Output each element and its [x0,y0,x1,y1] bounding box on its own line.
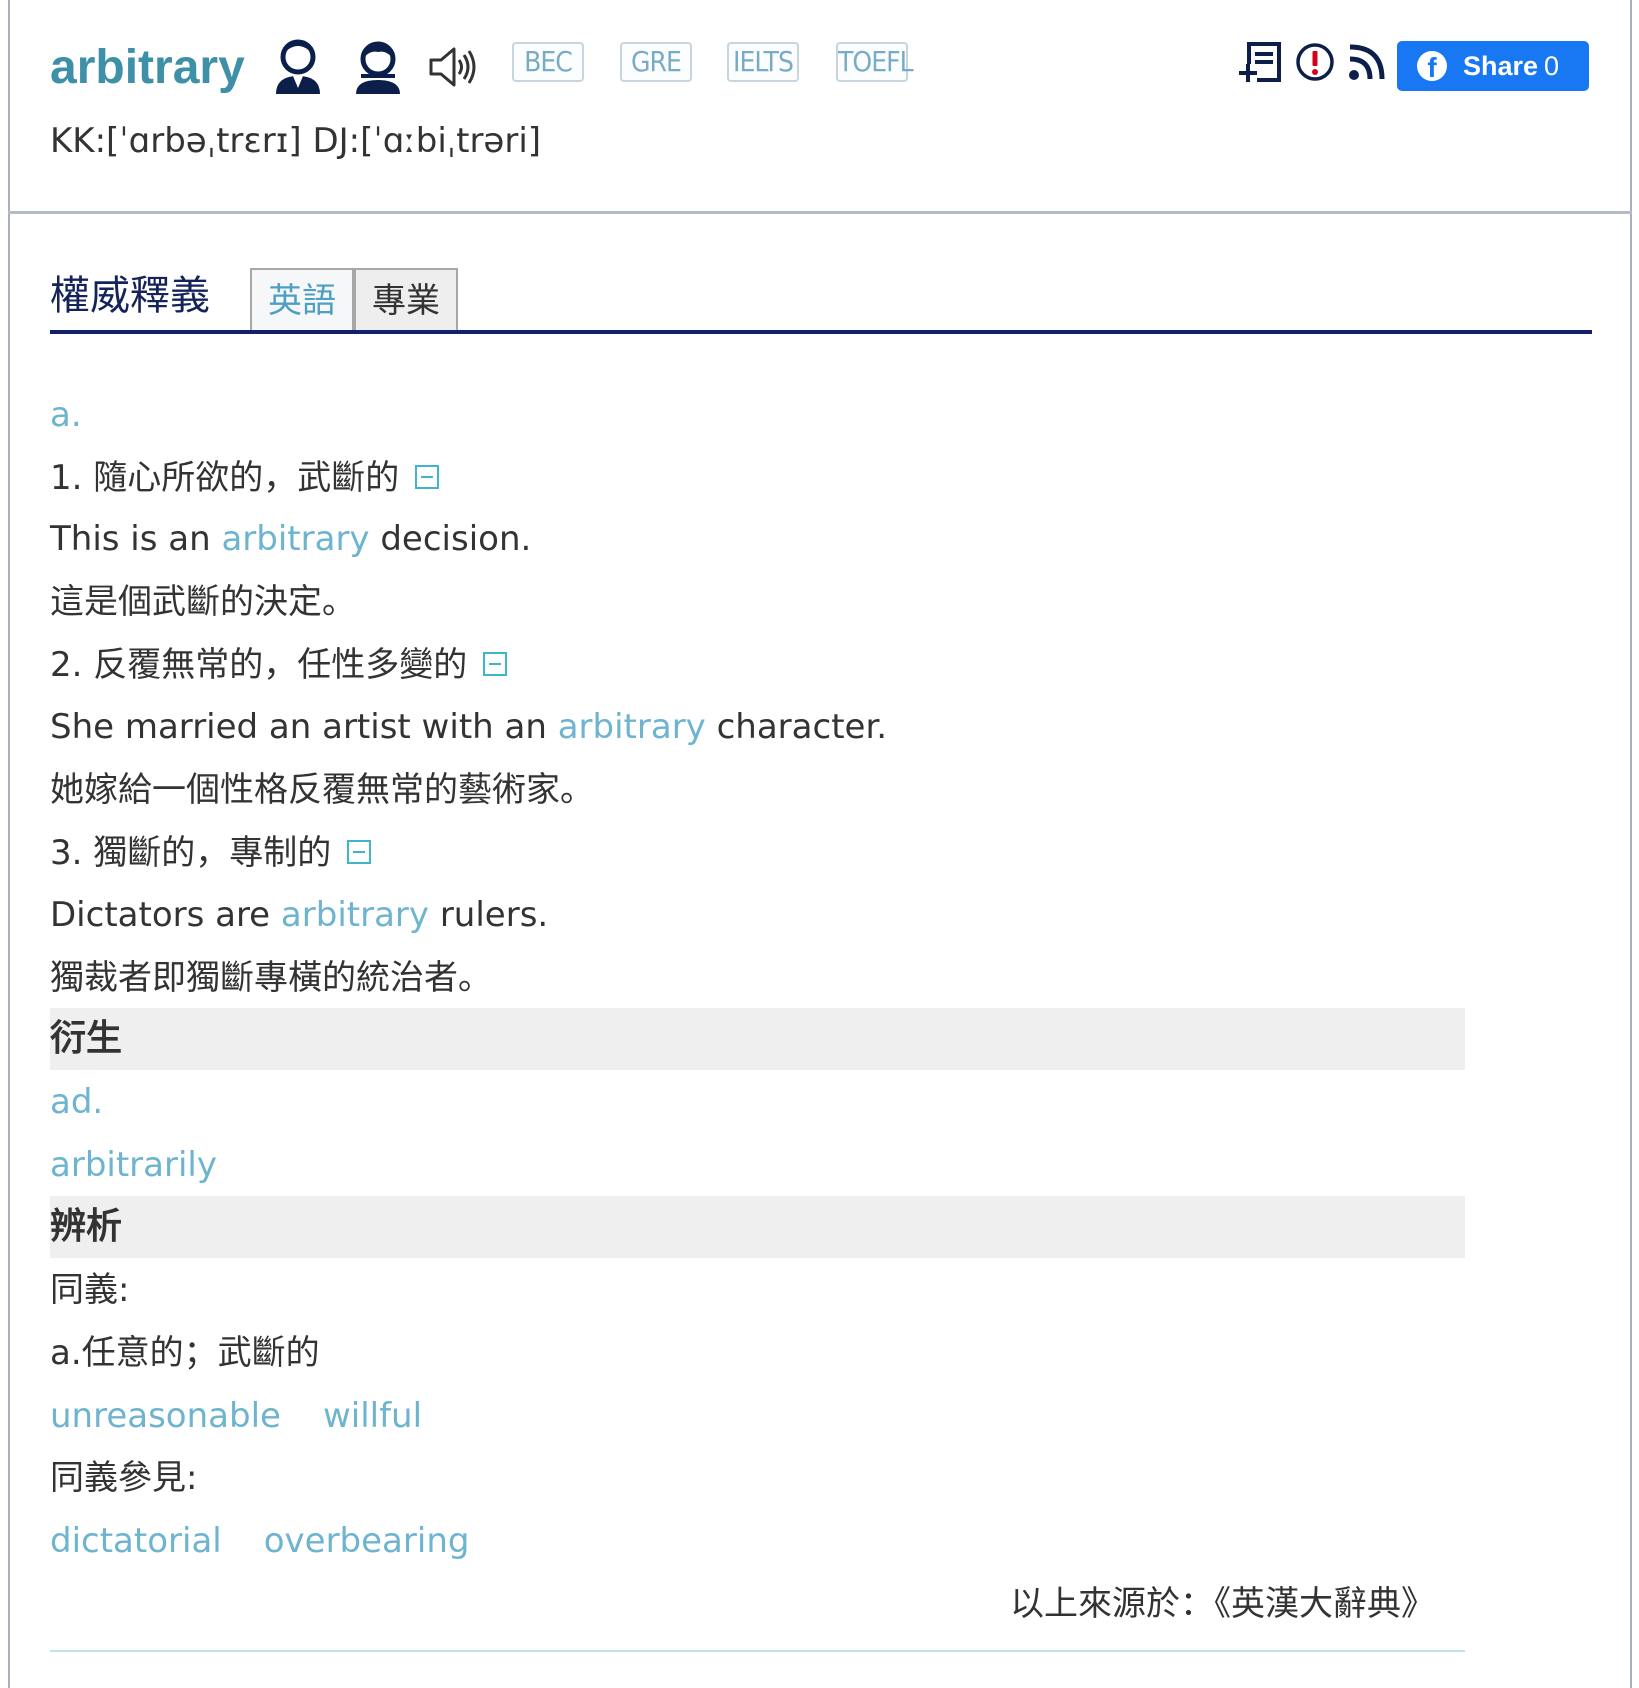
example-sentence: This is an arbitrary decision. [50,515,531,563]
analysis-heading: 辨析 [50,1196,1465,1258]
exam-tag-bec[interactable]: BEC [512,42,584,82]
sense-1: 1. 隨心所欲的，武斷的 [50,454,440,502]
example-translation: 這是個武斷的決定。 [50,582,356,622]
tab-english[interactable]: 英語 [250,268,354,330]
example-keyword-link[interactable]: arbitrary [221,519,369,559]
see-also-link[interactable]: dictatorial [50,1521,222,1561]
headword: arbitrary [50,41,245,94]
source-attribution: 以上來源於：《英漢大辭典》 [1010,1584,1435,1624]
facebook-icon: f [1417,51,1447,83]
synonyms-sense: a.任意的；武斷的 [50,1333,320,1373]
example-text: rulers. [429,895,549,935]
sense-label: 1. 隨心所欲的，武斷的 [50,458,400,498]
example-text: decision. [369,519,532,559]
example-translation: 獨裁者即獨斷專橫的統治者。 [50,958,492,998]
exam-tag-ielts[interactable]: IELTS [727,42,799,82]
synonym-list: unreasonable willful [50,1392,422,1440]
add-to-wordbook-icon[interactable] [1237,42,1283,84]
synonym-link[interactable]: willful [323,1396,422,1436]
header-divider [8,211,1632,214]
derivatives-heading: 衍生 [50,1008,1465,1070]
rss-feed-icon[interactable] [1347,42,1387,82]
see-also-label: 同義參見: [50,1458,198,1498]
sense-label: 2. 反覆無常的，任性多變的 [50,645,468,685]
derivative-pos[interactable]: ad. [50,1078,103,1126]
sense-label: 3. 獨斷的，專制的 [50,833,332,873]
sense-2: 2. 反覆無常的，任性多變的 [50,641,508,689]
synonym-link[interactable]: unreasonable [50,1396,281,1436]
example-text: This is an [50,519,222,559]
see-also-list: dictatorial overbearing [50,1517,469,1565]
collapse-icon[interactable] [483,651,508,676]
sense-3: 3. 獨斷的，專制的 [50,829,372,877]
share-count: 0 [1544,51,1560,81]
section-title: 權威釋義 [50,273,210,319]
example-text: Dictators are [50,895,281,935]
see-also-link[interactable]: overbearing [264,1521,470,1561]
example-keyword-link[interactable]: arbitrary [281,895,429,935]
collapse-icon[interactable] [415,464,440,489]
female-voice-icon[interactable] [353,38,403,94]
exam-tag-toefl[interactable]: TOEFL [836,42,914,82]
report-error-icon[interactable] [1295,42,1335,82]
example-translation: 她嫁給一個性格反覆無常的藝術家。 [50,770,594,810]
section-divider [50,330,1592,334]
male-voice-icon[interactable] [273,38,323,94]
share-label: Share [1463,51,1539,81]
part-of-speech[interactable]: a. [50,391,82,439]
exam-tag-gre[interactable]: GRE [620,42,692,82]
example-sentence: Dictators are arbitrary rulers. [50,891,548,939]
tab-professional[interactable]: 專業 [354,268,458,330]
example-keyword-link[interactable]: arbitrary [558,707,706,747]
bottom-divider [50,1650,1465,1652]
example-sentence: She married an artist with an arbitrary … [50,703,887,751]
facebook-share-button[interactable]: f Share 0 [1397,41,1589,91]
example-text: character. [705,707,888,747]
collapse-icon[interactable] [347,839,372,864]
example-text: She married an artist with an [50,707,558,747]
synonyms-label: 同義: [50,1270,130,1310]
speaker-icon[interactable] [428,46,478,88]
phonetic-transcription: KK:[ˈɑrbəˌtrɛrɪ] DJ:[ˈɑːbiˌtrəri] [50,121,542,161]
derivative-word-link[interactable]: arbitrarily [50,1141,217,1189]
